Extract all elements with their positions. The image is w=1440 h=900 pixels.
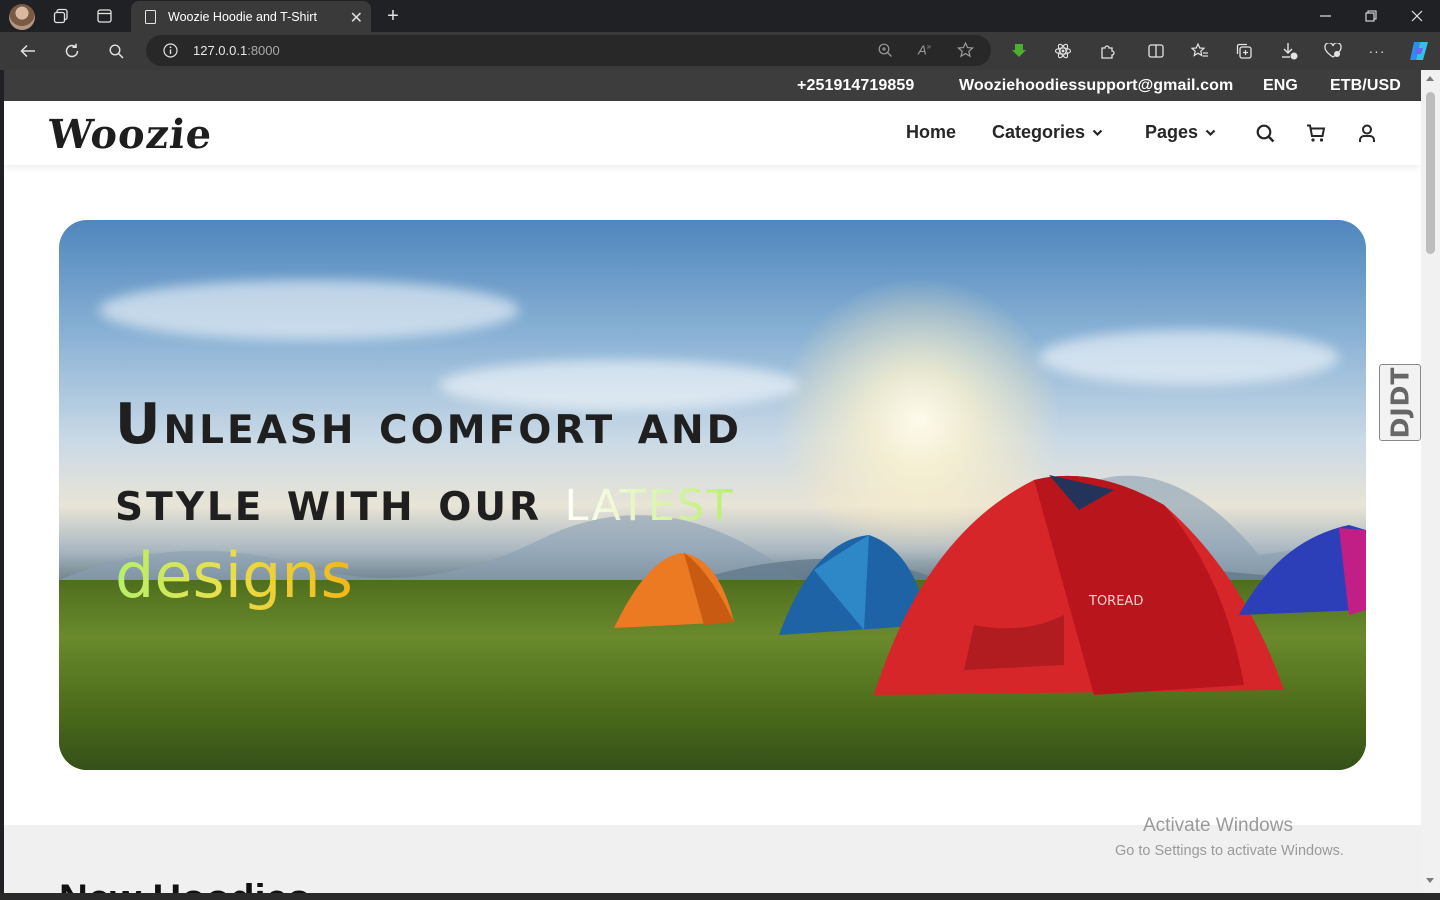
phone-number[interactable]: +251914719859 [797,77,914,95]
debug-toolbar-toggle[interactable]: DJDT [1379,364,1421,441]
page-icon [145,9,156,24]
tab-title: Woozie Hoodie and T-Shirt [168,9,317,24]
scroll-down-arrow-icon[interactable] [1426,878,1434,883]
download-extension-icon[interactable] [1004,37,1034,65]
search-icon[interactable] [101,37,131,65]
tab-actions-icon[interactable] [93,6,115,26]
watermark-subtitle: Go to Settings to activate Windows. [1115,843,1344,859]
refresh-icon[interactable] [57,37,87,65]
windows-activation-watermark: Activate Windows Go to Settings to activ… [1115,815,1344,859]
chevron-down-icon [1205,129,1216,136]
close-window-icon[interactable] [1394,0,1440,32]
nav-pages-label: Pages [1145,122,1199,142]
nav-home-label: Home [906,122,957,142]
extensions-icon[interactable] [1092,37,1122,65]
new-tab-icon[interactable]: + [382,5,404,27]
browser-toolbar: 127.0.0.1:8000 A» ··· [0,32,1440,92]
workspaces-icon[interactable] [50,6,72,26]
hero-highlight-designs: designs [115,539,353,612]
hero-line-2: style with our [115,469,543,534]
page-scrollbar[interactable] [1421,70,1440,900]
scroll-up-arrow-icon[interactable] [1426,76,1434,81]
site-info-icon[interactable] [163,43,178,58]
url-text[interactable]: 127.0.0.1:8000 [193,43,280,58]
collections-icon[interactable] [1229,37,1259,65]
downloads-icon[interactable] [1274,37,1304,65]
favorites-icon[interactable] [1185,37,1215,65]
chevron-down-icon [1092,129,1103,136]
cloud [1039,330,1339,385]
site-logo[interactable]: Woozie [46,111,215,158]
tab-active[interactable]: Woozie Hoodie and T-Shirt ✕ [131,1,371,32]
hero-headline: Unleash comfort and style with our lates… [115,388,875,612]
browser-essentials-icon[interactable] [1318,37,1348,65]
zoom-icon[interactable] [878,43,893,58]
hero-line-1: Unleash comfort and [115,392,742,457]
main-navbar: Woozie Home Categories Pages [4,101,1421,165]
contact-top-bar: +251914719859 Wooziehoodiessupport@gmail… [4,70,1421,101]
favorite-star-icon[interactable] [957,42,974,58]
react-devtools-icon[interactable] [1048,37,1078,65]
address-bar[interactable]: 127.0.0.1:8000 A» [146,35,991,66]
hero-highlight-latest: latest [564,462,735,535]
scrollbar-thumb[interactable] [1426,92,1435,254]
currency-selector[interactable]: ETB/USD [1330,77,1401,95]
close-tab-icon[interactable]: ✕ [350,8,363,28]
browser-tab-bar: Woozie Hoodie and T-Shirt ✕ + [0,0,1440,32]
search-icon[interactable] [1254,122,1276,144]
nav-categories[interactable]: Categories [992,122,1103,143]
split-screen-icon[interactable] [1141,37,1171,65]
hero-banner: TOREAD Unleash comfort and style with ou… [59,220,1366,770]
read-aloud-icon[interactable]: A» [918,42,931,57]
cloud [99,280,519,340]
profile-avatar[interactable] [9,4,35,30]
user-account-icon[interactable] [1356,122,1378,144]
web-page: +251914719859 Wooziehoodiessupport@gmail… [4,70,1421,900]
language-selector[interactable]: ENG [1263,77,1298,95]
nav-categories-label: Categories [992,122,1086,142]
nav-home[interactable]: Home [906,122,956,143]
copilot-icon[interactable] [1404,37,1434,65]
cart-icon[interactable] [1305,122,1327,144]
purple-tent-image [1239,525,1366,615]
restore-icon[interactable] [1348,0,1394,32]
support-email[interactable]: Wooziehoodiessupport@gmail.com [959,77,1233,95]
back-icon[interactable] [13,37,43,65]
url-port: :8000 [247,43,280,58]
url-host: 127.0.0.1 [193,43,248,58]
watermark-title: Activate Windows [1143,815,1293,836]
nav-pages[interactable]: Pages [1145,122,1216,143]
minimize-icon[interactable] [1302,0,1348,32]
red-tent-image: TOREAD [874,475,1284,695]
taskbar-edge [0,893,1440,900]
more-menu-icon[interactable]: ··· [1362,37,1392,65]
tent-brand-label: TOREAD [1088,594,1143,609]
debug-toolbar-label: DJDT [1385,366,1415,439]
